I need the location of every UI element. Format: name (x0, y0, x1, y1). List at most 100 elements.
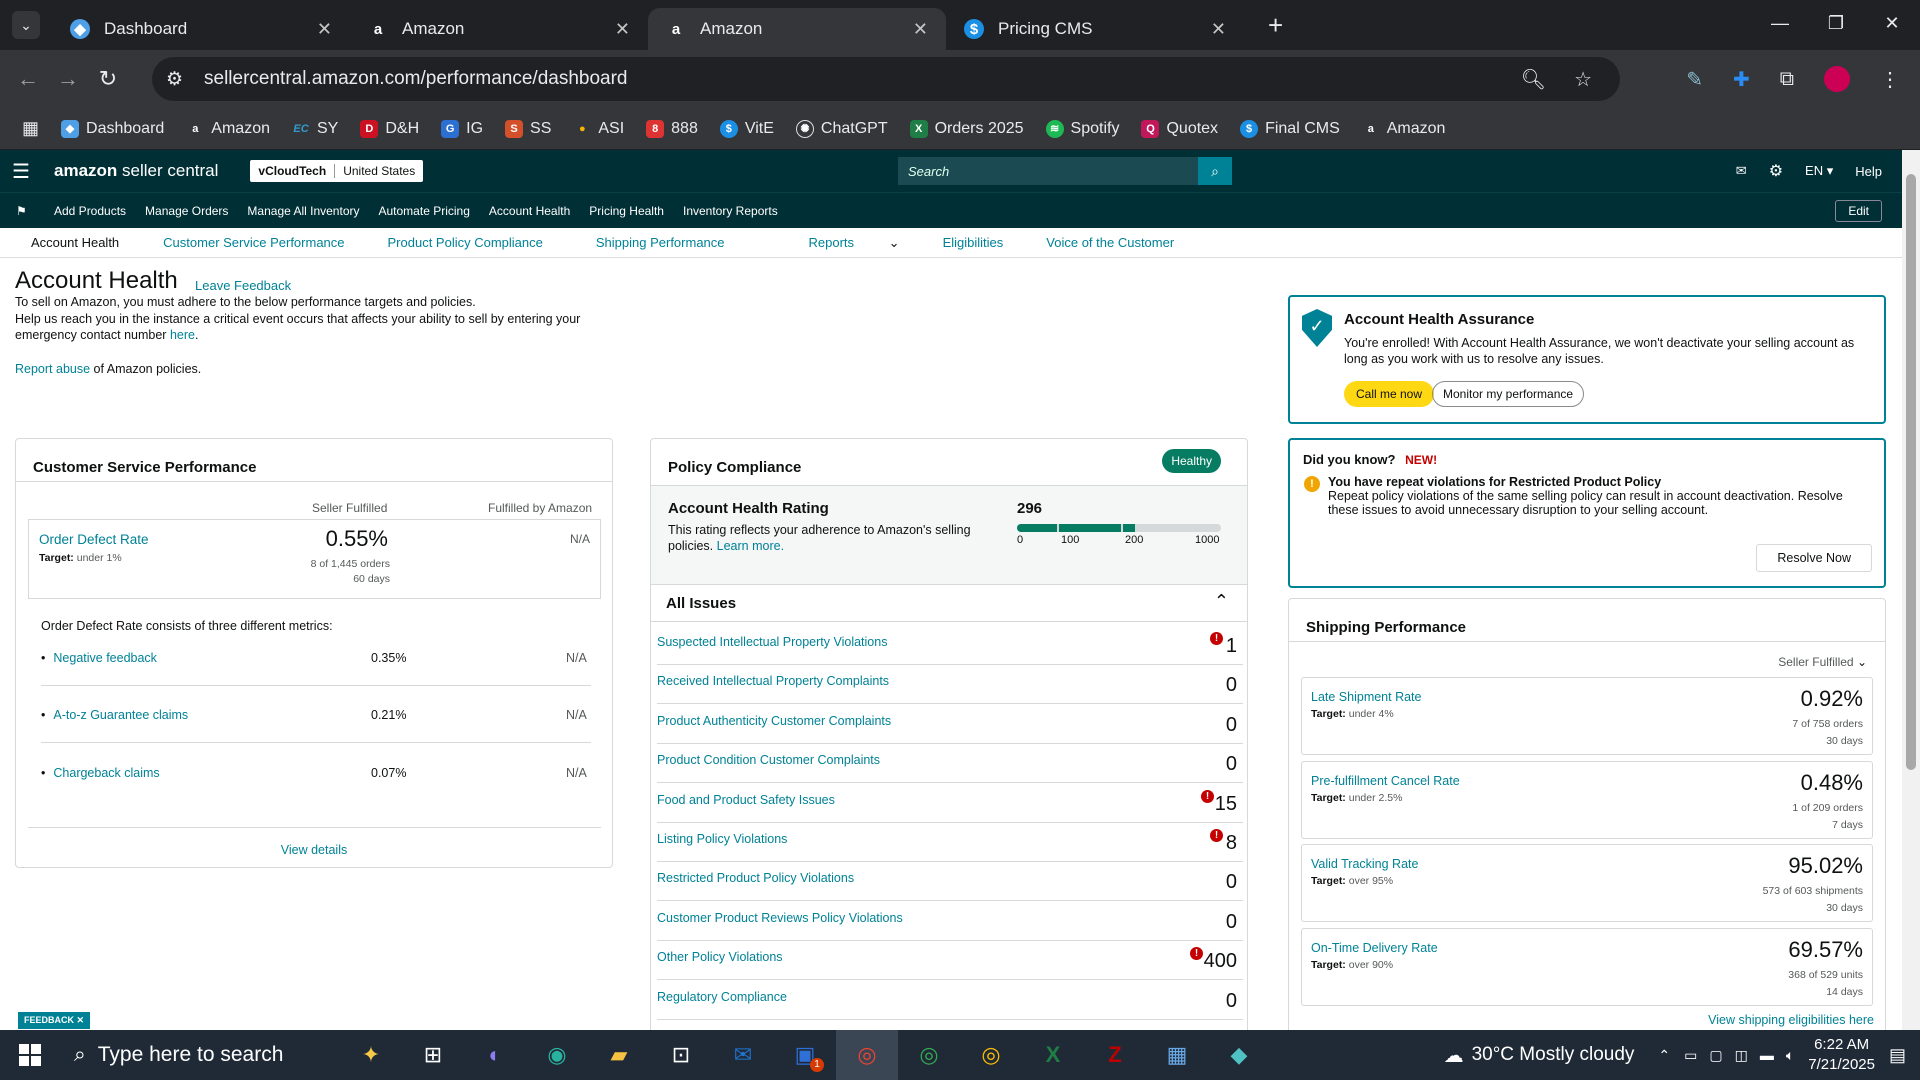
subnav-policy-compliance[interactable]: Product Policy Compliance (388, 235, 543, 250)
meet-tray-icon[interactable]: ▢ (1709, 1047, 1722, 1064)
bookmark-ss[interactable]: S SS (505, 119, 551, 138)
close-window-icon[interactable]: ✕ (1864, 0, 1920, 46)
issue-name-link[interactable]: Food and Product Safety Issues (657, 793, 835, 807)
close-tab-icon[interactable]: ✕ (317, 19, 332, 40)
shipping-metric-row[interactable]: Valid Tracking Rate Target: over 95% 95.02… (1301, 844, 1873, 922)
leave-feedback-link[interactable]: Leave Feedback (195, 278, 291, 293)
back-icon[interactable]: ← (8, 66, 48, 92)
nav-pricing-health[interactable]: Pricing Health (589, 204, 664, 218)
bookmark-star-icon[interactable]: ☆ (1574, 67, 1592, 92)
browser-menu-icon[interactable]: ⋮ (1880, 67, 1900, 92)
order-defect-rate-box[interactable]: Order Defect Rate Target: under 1% 0.55%… (28, 519, 601, 599)
bookmark-888[interactable]: 8 888 (646, 119, 698, 138)
chrome-profile-3-icon[interactable]: ◎ (960, 1030, 1022, 1080)
subnav-voice-of-customer[interactable]: Voice of the Customer (1046, 235, 1174, 250)
apps-grid-icon[interactable]: ▦ (22, 118, 39, 139)
calendar-app-icon[interactable]: ▣ 1 (774, 1030, 836, 1080)
monitor-performance-button[interactable]: Monitor my performance (1432, 381, 1585, 407)
language-selector[interactable]: EN ▾ (1805, 163, 1833, 179)
chrome-profile-2-icon[interactable]: ◎ (898, 1030, 960, 1080)
volume-icon[interactable]: 🔈︎ (1786, 1047, 1794, 1064)
close-tab-icon[interactable]: ✕ (913, 19, 928, 40)
network-tray-icon[interactable]: ▭ (1684, 1047, 1697, 1064)
seller-central-logo[interactable]: amazon seller central (54, 161, 218, 181)
nav-inventory-reports[interactable]: Inventory Reports (683, 204, 778, 218)
shipping-metric-row[interactable]: Pre-fulfillment Cancel Rate Target: under… (1301, 760, 1873, 839)
tab-amazon-active[interactable]: a Amazon ✕ (648, 8, 946, 50)
metric-name-link[interactable]: Negative feedback (41, 651, 157, 665)
bookmark-chatgpt[interactable]: ✺ ChatGPT (795, 119, 888, 138)
all-issues-header[interactable]: All Issues (666, 595, 736, 612)
close-tab-icon[interactable]: ✕ (1211, 19, 1226, 40)
page-scrollbar[interactable] (1902, 150, 1920, 1030)
issue-name-link[interactable]: Suspected Intellectual Property Violatio… (657, 635, 887, 649)
battery-icon[interactable]: ▬ (1760, 1047, 1774, 1063)
minimize-icon[interactable]: — (1752, 0, 1808, 46)
emergency-contact-link[interactable]: here (170, 328, 195, 342)
metric-name-link[interactable]: Late Shipment Rate (1311, 690, 1422, 704)
profile-avatar[interactable] (1824, 66, 1850, 92)
bookmark-sy[interactable]: EC SY (292, 120, 338, 138)
edge-icon[interactable]: ◉ (526, 1030, 588, 1080)
bookmark-amazon-2[interactable]: a Amazon (1362, 120, 1446, 138)
issue-name-link[interactable]: Received Intellectual Property Complaint… (657, 674, 889, 688)
scroll-thumb[interactable] (1906, 174, 1916, 770)
store-selector[interactable]: vCloudTech United States (250, 160, 424, 182)
bookmark-flag-icon[interactable]: ⚑ (16, 204, 54, 218)
odr-name[interactable]: Order Defect Rate (39, 532, 149, 547)
shipping-metric-row[interactable]: Late Shipment Rate Target: under 4% 0.92% 7… (1301, 677, 1873, 755)
view-details-link[interactable]: View details (16, 843, 612, 857)
edit-nav-button[interactable]: Edit (1835, 200, 1882, 222)
subnav-account-health[interactable]: Account Health (31, 235, 119, 250)
fulfillment-filter-dropdown[interactable]: Seller Fulfilled ⌄ (1778, 655, 1867, 669)
copilot-icon[interactable]: ◐ (464, 1030, 526, 1080)
metric-name-link[interactable]: Pre-fulfillment Cancel Rate (1311, 774, 1460, 788)
filezilla-icon[interactable]: Z (1084, 1030, 1146, 1080)
file-explorer-icon[interactable]: ▰ (588, 1030, 650, 1080)
zoom-icon[interactable]: 🔍︎ (1521, 67, 1546, 92)
app-diamond-icon[interactable]: ◆ (1208, 1030, 1270, 1080)
excel-icon[interactable]: X (1022, 1030, 1084, 1080)
bookmark-final-cms[interactable]: $ Final CMS (1240, 119, 1340, 138)
issue-name-link[interactable]: Other Policy Violations (657, 950, 783, 964)
mail-icon[interactable]: ✉ (1736, 163, 1747, 179)
help-link[interactable]: Help (1855, 164, 1882, 179)
clock[interactable]: 6:22 AM 7/21/2025 (1808, 1035, 1875, 1075)
nav-add-products[interactable]: Add Products (54, 204, 126, 218)
forward-icon[interactable]: → (48, 66, 88, 92)
weather-text[interactable]: 30°C Mostly cloudy (1472, 1044, 1635, 1066)
subnav-eligibilities[interactable]: Eligibilities (943, 235, 1004, 250)
taskbar-search[interactable]: ⌕ Type here to search (60, 1030, 340, 1080)
copilot-sparkle-icon[interactable]: ✦ (340, 1030, 402, 1080)
issue-name-link[interactable]: Product Condition Customer Complaints (657, 753, 880, 767)
bookmark-quotex[interactable]: Q Quotex (1141, 119, 1218, 138)
bookmark-ig[interactable]: G IG (441, 119, 483, 138)
nav-account-health[interactable]: Account Health (489, 204, 570, 218)
view-shipping-eligibilities-link[interactable]: View shipping eligibilities here (1708, 1013, 1874, 1027)
nav-manage-orders[interactable]: Manage Orders (145, 204, 228, 218)
metric-name-link[interactable]: Valid Tracking Rate (1311, 857, 1418, 871)
start-button[interactable] (0, 1044, 60, 1066)
tab-amazon-1[interactable]: a Amazon ✕ (350, 8, 648, 50)
extensions-puzzle-icon[interactable]: ⧉ (1780, 68, 1794, 91)
store-icon[interactable]: ⊡ (650, 1030, 712, 1080)
issue-name-link[interactable]: Listing Policy Violations (657, 832, 787, 846)
chrome-icon[interactable]: ◎ (836, 1030, 898, 1080)
report-abuse-link[interactable]: Report abuse (15, 362, 90, 376)
issue-name-link[interactable]: Restricted Product Policy Violations (657, 871, 854, 885)
metric-name-link[interactable]: Chargeback claims (41, 766, 159, 780)
bookmark-orders-2025[interactable]: X Orders 2025 (909, 119, 1024, 138)
notifications-icon[interactable]: ▤ (1889, 1045, 1906, 1066)
shipping-metric-row[interactable]: On-Time Delivery Rate Target: over 90% 69.… (1301, 927, 1873, 1006)
subnav-customer-service[interactable]: Customer Service Performance (163, 235, 344, 250)
bookmark-amazon[interactable]: a Amazon (186, 120, 270, 138)
extension-feather-icon[interactable]: ✎ (1686, 67, 1703, 92)
new-tab-icon[interactable]: + (1268, 10, 1283, 41)
resolve-now-button[interactable]: Resolve Now (1756, 544, 1872, 572)
feedback-tab[interactable]: FEEDBACK ✕ (18, 1012, 91, 1029)
bookmark-dashboard[interactable]: ◆ Dashboard (61, 119, 164, 138)
issue-name-link[interactable]: Product Authenticity Customer Complaints (657, 714, 891, 728)
extension-blue-icon[interactable]: ✚ (1733, 67, 1750, 92)
bookmark-dh[interactable]: D D&H (360, 119, 419, 138)
reload-icon[interactable]: ↻ (88, 66, 128, 92)
